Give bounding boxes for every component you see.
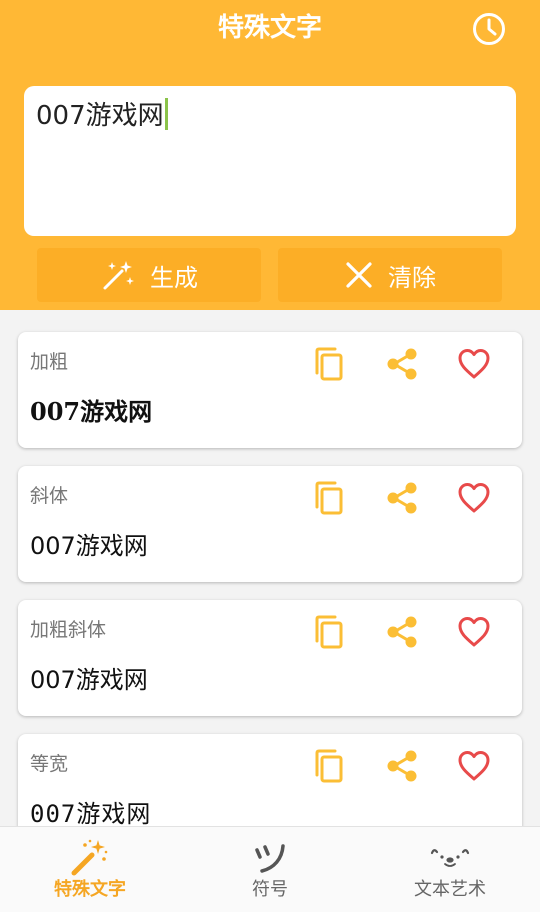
app-header: 特殊文字 007游戏网 生成 清除 bbox=[0, 0, 540, 310]
nav-symbols[interactable]: 符号 bbox=[180, 827, 360, 912]
favorite-heart-icon[interactable] bbox=[456, 480, 492, 516]
copy-icon[interactable] bbox=[311, 748, 347, 784]
share-icon[interactable] bbox=[384, 480, 420, 516]
style-name: 等宽 bbox=[30, 753, 69, 775]
style-name: 加粗 bbox=[30, 351, 69, 373]
style-name: 加粗斜体 bbox=[30, 619, 107, 641]
styled-text[interactable]: 007游戏网 bbox=[30, 395, 152, 429]
favorite-heart-icon[interactable] bbox=[456, 346, 492, 382]
nav-label: 特殊文字 bbox=[54, 879, 126, 900]
magic-sparkle-icon bbox=[103, 261, 134, 290]
copy-icon[interactable] bbox=[311, 346, 347, 382]
copy-icon[interactable] bbox=[311, 614, 347, 650]
result-card-bold: 加粗 007游戏网 bbox=[18, 332, 522, 448]
close-icon bbox=[346, 262, 372, 288]
text-cursor bbox=[164, 98, 168, 130]
favorite-heart-icon[interactable] bbox=[456, 748, 492, 784]
generate-button[interactable]: 生成 bbox=[37, 248, 261, 302]
clear-label: 清除 bbox=[388, 263, 436, 292]
style-name: 斜体 bbox=[30, 485, 69, 507]
styled-text[interactable]: 007游戏网 bbox=[30, 663, 148, 697]
share-icon[interactable] bbox=[384, 346, 420, 382]
app-title: 特殊文字 bbox=[217, 13, 322, 43]
share-icon[interactable] bbox=[384, 748, 420, 784]
tsu-symbol-icon bbox=[255, 844, 285, 873]
nav-label: 文本艺术 bbox=[414, 879, 486, 900]
result-card-italic: 斜体 007游戏网 bbox=[18, 466, 522, 582]
magic-wand-icon bbox=[71, 839, 108, 876]
copy-icon[interactable] bbox=[311, 480, 347, 516]
nav-text-art[interactable]: 文本艺术 bbox=[360, 827, 540, 912]
styled-text[interactable]: 007游戏网 bbox=[30, 529, 148, 563]
generate-label: 生成 bbox=[150, 263, 198, 292]
input-value: 007游戏网 bbox=[36, 101, 164, 131]
result-card-bold-italic: 加粗斜体 007游戏网 bbox=[18, 600, 522, 716]
clear-button[interactable]: 清除 bbox=[278, 248, 502, 302]
nav-label: 符号 bbox=[252, 879, 288, 900]
favorite-heart-icon[interactable] bbox=[456, 614, 492, 650]
share-icon[interactable] bbox=[384, 614, 420, 650]
bottom-nav: 特殊文字 符号 文本艺术 bbox=[0, 826, 540, 912]
text-input[interactable]: 007游戏网 bbox=[24, 86, 516, 236]
kaomoji-face-icon bbox=[430, 849, 470, 867]
history-clock-icon[interactable] bbox=[470, 10, 508, 48]
nav-special-text[interactable]: 特殊文字 bbox=[0, 827, 180, 912]
